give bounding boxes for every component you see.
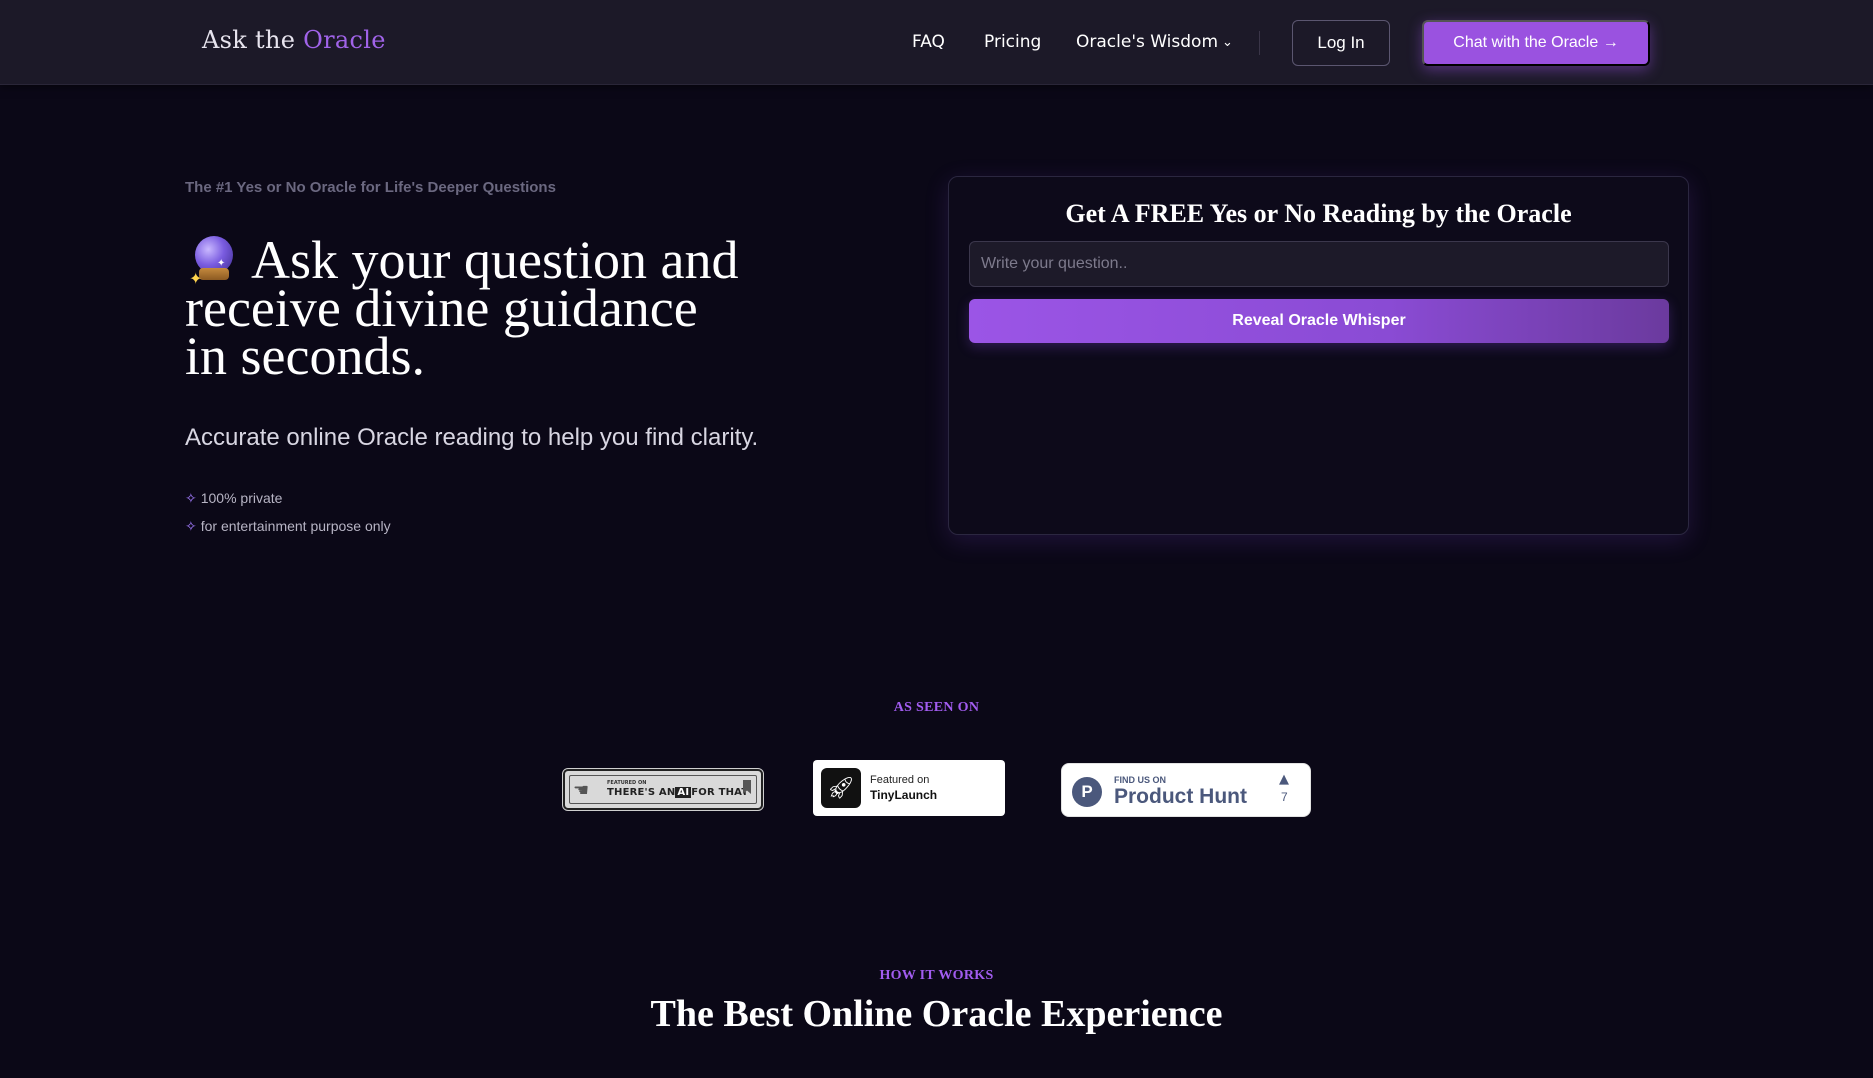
upvote-count: 7 xyxy=(1281,790,1288,804)
bullet-private: ✧ 100% private xyxy=(185,490,282,507)
hero-subtitle: Accurate online Oracle reading to help y… xyxy=(185,424,759,451)
logo-prefix: Ask the xyxy=(202,26,296,54)
hand-icon: ☚ xyxy=(573,780,590,801)
producthunt-find-text: FIND US ON xyxy=(1114,775,1167,785)
rocket-icon: 🚀︎ xyxy=(821,768,861,808)
top-navbar: Ask the Oracle FAQ Pricing Oracle's Wisd… xyxy=(0,0,1873,85)
logo-accent: Oracle xyxy=(303,26,386,54)
tinylaunch-name: TinyLaunch xyxy=(870,788,938,802)
aift-name: THERE'S AN AI FOR THAT xyxy=(607,787,749,798)
reading-card: Get A FREE Yes or No Reading by the Orac… xyxy=(948,176,1689,535)
hero-title-line3: in seconds. xyxy=(185,326,425,386)
bullet-text: for entertainment purpose only xyxy=(200,518,391,534)
reveal-oracle-whisper-button[interactable]: Reveal Oracle Whisper xyxy=(969,299,1669,343)
theres-an-ai-for-that-badge[interactable]: ☚ FEATURED ON THERE'S AN AI FOR THAT xyxy=(562,768,764,811)
nav-divider xyxy=(1259,31,1260,55)
chat-with-oracle-button[interactable]: Chat with the Oracle → xyxy=(1422,20,1650,66)
nav-dropdown-label: Oracle's Wisdom xyxy=(1076,32,1219,52)
login-button[interactable]: Log In xyxy=(1292,20,1390,66)
bullet-text: 100% private xyxy=(200,490,283,506)
how-it-works-title: The Best Online Oracle Experience xyxy=(650,993,1223,1035)
site-logo[interactable]: Ask the Oracle xyxy=(202,26,386,54)
hero-tagline: The #1 Yes or No Oracle for Life's Deepe… xyxy=(185,179,556,196)
tinylaunch-featured-text: Featured on xyxy=(870,774,930,786)
producthunt-logo-icon: P xyxy=(1072,777,1102,807)
tinylaunch-badge[interactable]: 🚀︎ Featured on TinyLaunch xyxy=(813,760,1005,816)
sparkle-icon: ✧ xyxy=(185,518,197,534)
product-hunt-badge[interactable]: P FIND US ON Product Hunt ▲ 7 xyxy=(1061,763,1311,817)
hero-title: ✦ ✦ Ask your question and receive divine … xyxy=(185,233,805,383)
sparkle-icon: ✧ xyxy=(185,490,197,506)
as-seen-on-label: AS SEEN ON xyxy=(893,700,980,715)
reading-card-title: Get A FREE Yes or No Reading by the Orac… xyxy=(1065,199,1572,228)
nav-dropdown-oracles-wisdom[interactable]: Oracle's Wisdom ⌄ xyxy=(1076,32,1233,52)
question-input[interactable] xyxy=(969,241,1669,287)
producthunt-name: Product Hunt xyxy=(1114,785,1247,808)
how-it-works-label: HOW IT WORKS xyxy=(879,968,994,983)
chevron-down-icon: ⌄ xyxy=(1222,35,1233,50)
aift-featured-text: FEATURED ON xyxy=(607,780,647,786)
nav-link-faq[interactable]: FAQ xyxy=(912,32,945,52)
bullet-entertainment: ✧ for entertainment purpose only xyxy=(185,518,391,535)
upvote-arrow-icon: ▲ xyxy=(1279,772,1289,787)
crystal-ball-icon: ✦ ✦ xyxy=(189,236,237,288)
nav-link-pricing[interactable]: Pricing xyxy=(984,32,1041,52)
